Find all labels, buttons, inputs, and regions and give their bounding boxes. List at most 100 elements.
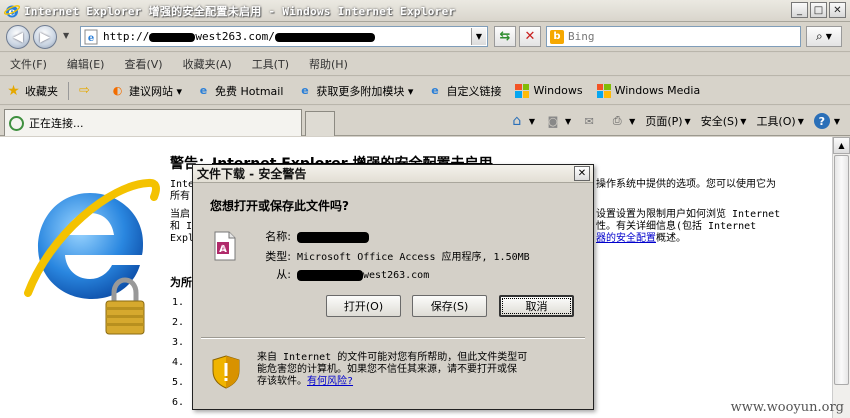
custom-links-link[interactable]: e 自定义链接 [427, 83, 501, 99]
watermark: www.wooyun.org [730, 400, 844, 415]
menu-file[interactable]: 文件(F) [10, 56, 47, 72]
what-is-the-risk-link[interactable]: 有何风险? [307, 376, 353, 387]
windows-link[interactable]: Windows [515, 83, 583, 98]
ie-page-icon: e [431, 84, 439, 97]
hotmail-link[interactable]: e 免费 Hotmail [196, 83, 284, 99]
redaction-mark [297, 269, 363, 281]
content-text-right-4-tail: 概述。 [656, 233, 686, 244]
title-bar: e Internet Explorer 增强的安全配置未启用 - Windows… [0, 0, 850, 22]
content-text-right-4: 器的安全配置概述。 [596, 233, 686, 245]
addons-link[interactable]: e 获取更多附加模块 ▾ [297, 83, 413, 99]
add-to-favorites-icon: ⇨ [79, 83, 90, 98]
dialog-warning-text: 来自 Internet 的文件可能对您有所帮助，但此文件类型可 能危害您的计算机… [257, 352, 527, 388]
suggested-sites-link[interactable]: ◐ 建议网站 ▾ [110, 83, 182, 99]
ie-page-icon: e [199, 84, 208, 97]
content-text-left-1: Inte [170, 179, 195, 190]
safety-menu[interactable]: 安全(S) ▼ [701, 113, 747, 129]
address-bar[interactable]: e http:// west263.com/ ▼ [80, 26, 488, 47]
windows-logo-icon [596, 83, 611, 98]
file-download-dialog: 文件下载 - 安全警告 ✕ 您想打开或保存此文件吗? A 名称: 类型: Micr… [192, 164, 594, 410]
dropdown-arrow-icon: ▼ [629, 116, 636, 126]
list-number: 2. [172, 317, 185, 328]
svg-text:e: e [88, 33, 94, 44]
back-button[interactable]: ◀ [6, 25, 30, 49]
separator [68, 81, 69, 100]
url-prefix: http:// [103, 30, 150, 43]
windows-logo-icon [515, 83, 530, 98]
safety-menu-label: 安全(S) [700, 115, 739, 128]
print-button[interactable]: ⎙ ▼ [609, 113, 636, 129]
menu-favorites[interactable]: 收藏夹(A) [183, 56, 232, 72]
address-toolbar: ◀ ▶ ▼ e http:// west263.com/ ▼ ⇆ ✕ b Bing… [0, 22, 850, 52]
vertical-scrollbar[interactable]: ▲ [832, 137, 850, 418]
tools-menu[interactable]: 工具(O) ▼ [756, 113, 803, 129]
url-domain: west263.com/ [195, 30, 275, 43]
tab-connecting[interactable]: 正在连接... [4, 109, 302, 136]
security-config-link[interactable]: 器的安全配置 [596, 233, 656, 244]
dialog-title: 文件下载 - 安全警告 [193, 165, 593, 183]
loading-spinner-icon [9, 115, 24, 131]
help-icon: ? [813, 113, 830, 129]
help-button[interactable]: ? ▼ [813, 113, 840, 129]
menu-bar: 文件(F) 编辑(E) 查看(V) 收藏夹(A) 工具(T) 帮助(H) [0, 53, 850, 76]
window-title: Internet Explorer 增强的安全配置未启用 - Windows I… [24, 4, 456, 18]
stop-button[interactable]: ✕ [519, 26, 541, 47]
dialog-close-button[interactable]: ✕ [574, 166, 590, 181]
search-input[interactable]: b Bing [546, 26, 801, 47]
file-source-value: west263.com [363, 270, 430, 281]
recent-pages-dropdown[interactable]: ▼ [63, 31, 69, 40]
file-type-value: Microsoft Office Access 应用程序, 1.50MB [297, 252, 530, 263]
scroll-thumb[interactable] [834, 155, 849, 385]
save-button[interactable]: 保存(S) [412, 295, 487, 317]
page-menu[interactable]: 页面(P) ▼ [645, 113, 690, 129]
minimize-button[interactable]: _ [791, 2, 808, 18]
new-tab-button[interactable] [305, 111, 335, 136]
dropdown-arrow-icon: ▼ [833, 116, 840, 126]
dropdown-arrow-icon: ▼ [740, 116, 747, 126]
warning-line-3: 存该软件。有何风险? [257, 376, 527, 388]
refresh-button[interactable]: ⇆ [494, 26, 516, 47]
cancel-button[interactable]: 取消 [499, 295, 574, 317]
windows-media-label: Windows Media [614, 84, 701, 97]
star-icon: ★ [7, 82, 20, 99]
windows-media-link[interactable]: Windows Media [596, 83, 701, 98]
feeds-button[interactable]: ◙ ▼ [545, 113, 572, 129]
search-options-arrow-icon: ▼ [825, 32, 832, 41]
suggested-sites-icon: ◐ [112, 84, 123, 97]
search-placeholder: Bing [568, 30, 595, 43]
warning-line-3-text: 存该软件。 [257, 376, 307, 387]
tools-menu-label: 工具(O) [756, 115, 796, 128]
redaction-mark [297, 231, 369, 243]
ie-page-icon: e [301, 84, 309, 97]
search-icon: ⌕ [816, 29, 823, 43]
close-button[interactable]: ✕ [829, 2, 846, 18]
suggested-sites-label: 建议网站 ▾ [129, 84, 183, 98]
favorites-label: 收藏夹 [25, 84, 58, 98]
open-button[interactable]: 打开(O) [326, 295, 401, 317]
menu-help[interactable]: 帮助(H) [309, 56, 348, 72]
home-button[interactable]: ⌂ ▼ [509, 113, 535, 129]
menu-tools[interactable]: 工具(T) [252, 56, 289, 72]
warning-line-1: 来自 Internet 的文件可能对您有所帮助，但此文件类型可 [257, 352, 528, 363]
menu-view[interactable]: 查看(V) [124, 56, 162, 72]
forward-button[interactable]: ▶ [33, 25, 57, 49]
favorites-button[interactable]: ★ 收藏夹 [6, 83, 58, 99]
search-button[interactable]: ⌕ ▼ [806, 26, 842, 47]
favorites-bar: ★ 收藏夹 ⇨ ◐ 建议网站 ▾ e 免费 Hotmail e 获取更多附加模块… [0, 77, 850, 105]
menu-edit[interactable]: 编辑(E) [67, 56, 105, 72]
file-name-row: 名称: [255, 228, 369, 244]
list-number: 3. [172, 337, 185, 348]
home-icon: ⌂ [512, 113, 522, 129]
command-bar: ⌂ ▼ ◙ ▼ ✉ ⎙ ▼ 页面(P) ▼ 安全(S) ▼ 工具(O) ▼ ? ▼ [499, 113, 840, 129]
mail-button[interactable]: ✉ [581, 113, 599, 129]
list-number: 4. [172, 357, 185, 368]
from-label: 从: [276, 268, 291, 281]
stop-icon: ✕ [524, 29, 536, 44]
dialog-separator [201, 337, 585, 339]
address-dropdown-button[interactable]: ▼ [471, 28, 486, 45]
scroll-up-button[interactable]: ▲ [833, 137, 850, 154]
window-controls: _ □ ✕ [791, 2, 846, 18]
add-favorite-button[interactable]: ⇨ [77, 83, 96, 98]
forward-arrow-icon: ▶ [40, 29, 50, 45]
maximize-button[interactable]: □ [810, 2, 827, 18]
